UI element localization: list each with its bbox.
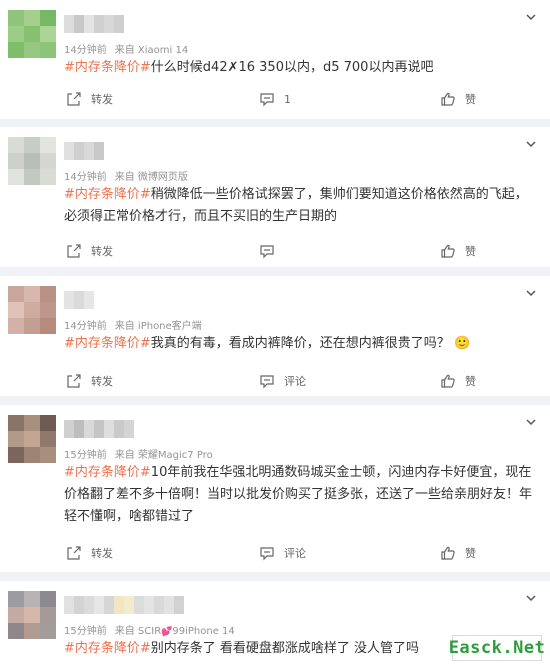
thumb-up-icon xyxy=(441,92,455,106)
chevron-down-icon[interactable] xyxy=(524,137,538,151)
post-content: #内存条降价#我真的有毒，看成内裤降价，还在想内裤很贵了吗？ 🙂 xyxy=(64,333,536,355)
source-prefix: 来自 xyxy=(114,626,135,637)
topic-link[interactable]: #内存条降价# xyxy=(64,60,151,75)
post-time: 15分钟前 xyxy=(64,626,107,637)
action-bar: 转发 1 赞 xyxy=(0,89,550,109)
username-blurred[interactable] xyxy=(64,15,124,33)
thumb-up-icon xyxy=(441,374,455,388)
comment-icon xyxy=(260,93,274,107)
post-source: SCIR xyxy=(137,626,162,637)
comment-label: 评论 xyxy=(284,547,306,560)
share-icon xyxy=(67,92,81,106)
action-bar: 转发 评论 赞 xyxy=(0,371,550,391)
username-blurred[interactable] xyxy=(64,596,184,614)
like-label: 赞 xyxy=(465,375,476,388)
comment-card: 14分钟前 来自 iPhone客户端 #内存条降价#我真的有毒，看成内裤降价，还在… xyxy=(0,276,550,396)
avatar[interactable] xyxy=(8,286,56,334)
post-content: #内存条降价#10年前我在华强北明通数码城买金士顿，闪迪内存卡好便宜，现在价格翻… xyxy=(64,462,536,528)
topic-link[interactable]: #内存条降价# xyxy=(64,641,151,656)
post-content: #内存条降价#稍微降低一些价格试探罢了，集帅们要知道这价格依然高的飞起，必须得正… xyxy=(64,184,536,228)
source-prefix: 来自 xyxy=(114,45,135,56)
comment-card: 15分钟前 来自 荣耀Magic7 Pro #内存条降价#10年前我在华强北明通数… xyxy=(0,405,550,572)
avatar[interactable] xyxy=(8,137,56,185)
source-prefix: 来自 xyxy=(114,172,135,183)
source-prefix: 来自 xyxy=(114,450,135,461)
like-button[interactable]: 赞 xyxy=(440,371,476,391)
share-icon xyxy=(67,546,81,560)
heart-icon: 💕 xyxy=(161,627,173,637)
post-meta: 15分钟前 来自 荣耀Magic7 Pro xyxy=(64,446,213,461)
share-icon xyxy=(67,244,81,258)
comment-button[interactable]: 1 xyxy=(259,89,291,109)
post-meta: 15分钟前 来自 SCIR💕99iPhone 14 xyxy=(64,622,235,637)
topic-link[interactable]: #内存条降价# xyxy=(64,465,151,480)
comment-button[interactable]: 评论 xyxy=(259,543,306,563)
share-button[interactable]: 转发 xyxy=(66,89,113,109)
username-blurred[interactable] xyxy=(64,420,134,438)
like-label: 赞 xyxy=(465,245,476,258)
avatar[interactable] xyxy=(8,415,56,463)
chevron-down-icon[interactable] xyxy=(524,415,538,429)
comment-count: 1 xyxy=(284,92,291,106)
like-label: 赞 xyxy=(465,93,476,106)
comment-button[interactable] xyxy=(259,241,284,261)
like-label: 赞 xyxy=(465,547,476,560)
post-text: 什么时候d42✗16 350以内，d5 700以内再说吧 xyxy=(150,60,434,75)
share-icon xyxy=(67,374,81,388)
chevron-down-icon[interactable] xyxy=(524,286,538,300)
action-bar: 转发 赞 xyxy=(0,241,550,261)
topic-link[interactable]: #内存条降价# xyxy=(64,336,151,351)
share-label: 转发 xyxy=(91,547,113,560)
share-button[interactable]: 转发 xyxy=(66,543,113,563)
action-bar: 转发 评论 赞 xyxy=(0,543,550,563)
username-blurred[interactable] xyxy=(64,291,94,309)
post-time: 14分钟前 xyxy=(64,172,107,183)
post-source: 微博网页版 xyxy=(137,172,188,183)
share-label: 转发 xyxy=(91,245,113,258)
post-text: 我真的有毒，看成内裤降价，还在想内裤很贵了吗？ xyxy=(150,336,450,351)
username-blurred[interactable] xyxy=(64,142,104,160)
post-content: #内存条降价#什么时候d42✗16 350以内，d5 700以内再说吧 xyxy=(64,57,536,79)
comment-label: 评论 xyxy=(284,375,306,388)
site-watermark: Easck.Net xyxy=(449,635,545,661)
avatar[interactable] xyxy=(8,591,56,639)
post-meta: 14分钟前 来自 Xiaomi 14 xyxy=(64,41,188,56)
weibo-comment-feed: 14分钟前 来自 Xiaomi 14 #内存条降价#什么时候d42✗16 350以… xyxy=(0,0,550,665)
share-button[interactable]: 转发 xyxy=(66,371,113,391)
post-text: 别内存条了 看看硬盘都涨成啥样了 没人管了吗 xyxy=(150,641,420,656)
post-time: 15分钟前 xyxy=(64,450,107,461)
post-source: Xiaomi 14 xyxy=(137,45,189,56)
chevron-down-icon[interactable] xyxy=(524,10,538,24)
avatar[interactable] xyxy=(8,10,56,58)
post-source-suffix: 99iPhone 14 xyxy=(172,626,235,637)
share-label: 转发 xyxy=(91,93,113,106)
comment-icon xyxy=(260,245,274,259)
thumb-up-icon xyxy=(441,244,455,258)
chevron-down-icon[interactable] xyxy=(524,591,538,605)
like-button[interactable]: 赞 xyxy=(440,89,476,109)
comment-card: 14分钟前 来自 Xiaomi 14 #内存条降价#什么时候d42✗16 350以… xyxy=(0,0,550,119)
post-meta: 14分钟前 来自 iPhone客户端 xyxy=(64,317,202,332)
thumb-up-icon xyxy=(441,546,455,560)
comment-button[interactable]: 评论 xyxy=(259,371,306,391)
like-button[interactable]: 赞 xyxy=(440,543,476,563)
post-time: 14分钟前 xyxy=(64,321,107,332)
share-label: 转发 xyxy=(91,375,113,388)
post-meta: 14分钟前 来自 微博网页版 xyxy=(64,168,188,183)
like-button[interactable]: 赞 xyxy=(440,241,476,261)
comment-card: 14分钟前 来自 微博网页版 #内存条降价#稍微降低一些价格试探罢了，集帅们要知道… xyxy=(0,127,550,267)
share-button[interactable]: 转发 xyxy=(66,241,113,261)
source-prefix: 来自 xyxy=(114,321,135,332)
topic-link[interactable]: #内存条降价# xyxy=(64,187,151,202)
post-source: 荣耀Magic7 Pro xyxy=(137,450,213,461)
comment-icon xyxy=(260,375,274,389)
comment-icon xyxy=(260,547,274,561)
post-source: iPhone客户端 xyxy=(137,321,202,332)
smile-emoji-icon: 🙂 xyxy=(453,336,471,351)
post-time: 14分钟前 xyxy=(64,45,107,56)
